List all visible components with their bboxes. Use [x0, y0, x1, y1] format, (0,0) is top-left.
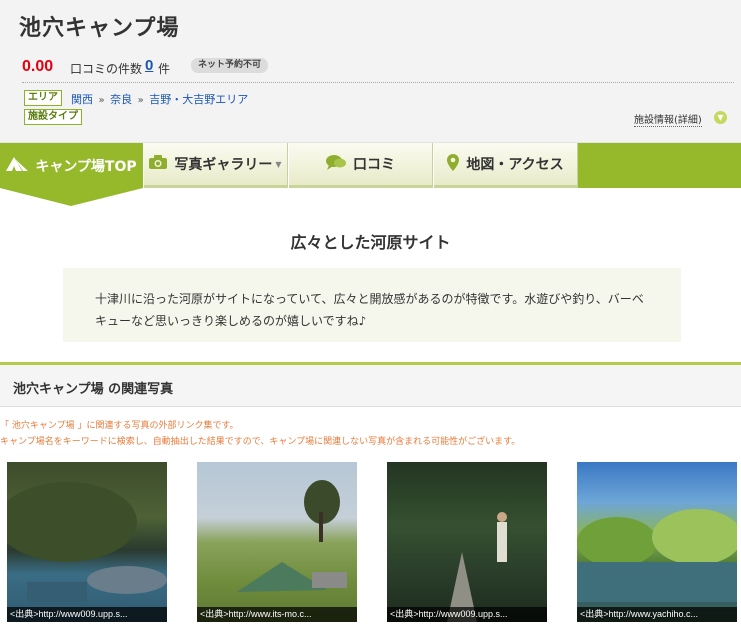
tab-label: 口コミ — [353, 157, 395, 173]
related-photo-4[interactable]: <出典>http://www.yachiho.c... — [577, 462, 737, 622]
tab-label: 写真ギャラリー — [174, 157, 273, 173]
dropdown-caret-icon: ▼ — [275, 159, 282, 169]
chevron-down-icon[interactable]: ▼ — [714, 111, 727, 124]
header-divider — [22, 82, 734, 83]
review-count-link[interactable]: 0 — [145, 57, 153, 74]
breadcrumb-separator: » — [137, 95, 144, 106]
photo-image — [447, 512, 507, 622]
active-tab-pointer — [0, 188, 143, 206]
feature-heading: 広々とした河原サイト — [290, 233, 451, 252]
tent-icon — [6, 156, 29, 175]
related-photo-2[interactable]: <出典>http://www.its-mo.c... — [197, 462, 357, 622]
camera-icon — [149, 155, 168, 173]
photo-caption: <出典>http://www.its-mo.c... — [197, 607, 357, 622]
photos-note-2: キャンプ場名をキーワードに検索し、自動抽出した結果ですので、キャンプ場に関連しな… — [0, 437, 521, 447]
area-tag: エリア — [24, 90, 62, 106]
photo-image — [7, 482, 167, 602]
breadcrumb: 関西 » 奈良 » 吉野・大吉野エリア — [71, 91, 248, 107]
photo-caption: <出典>http://www009.upp.s... — [387, 607, 547, 622]
facility-detail-link[interactable]: 施設情報(詳細) — [634, 111, 702, 127]
chat-icon — [326, 154, 346, 174]
page-title: 池穴キャンプ場 — [19, 16, 180, 41]
breadcrumb-yoshino[interactable]: 吉野・大吉野エリア — [149, 93, 248, 106]
main-nav: キャンプ場TOP 写真ギャラリー ▼ 口コミ 地図・アクセス — [0, 143, 741, 188]
tab-photo-gallery[interactable]: 写真ギャラリー ▼ — [144, 143, 288, 188]
facility-type-tag: 施設タイプ — [24, 109, 82, 125]
tab-label: 地図・アクセス — [466, 157, 564, 173]
review-count-label: 口コミの件数 — [70, 62, 143, 76]
related-photo-1[interactable]: <出典>http://www009.upp.s... — [7, 462, 167, 622]
photo-image — [237, 480, 347, 592]
review-count-unit: 件 — [158, 62, 171, 76]
related-photos-title: 池穴キャンプ場 の関連写真 — [13, 382, 174, 397]
rating-score: 0.00 — [22, 58, 54, 75]
tab-label: キャンプ場TOP — [35, 158, 137, 175]
photo-caption: <出典>http://www009.upp.s... — [7, 607, 167, 622]
breadcrumb-nara[interactable]: 奈良 — [110, 93, 132, 106]
tab-map-access[interactable]: 地図・アクセス — [434, 143, 578, 188]
map-pin-icon — [447, 153, 460, 175]
related-photo-3[interactable]: <出典>http://www009.upp.s... — [387, 462, 547, 622]
nav-filler — [578, 143, 741, 188]
photo-caption: <出典>http://www.yachiho.c... — [577, 607, 737, 622]
net-reservation-badge: ネット予約不可 — [191, 58, 269, 73]
breadcrumb-separator: » — [98, 95, 105, 106]
breadcrumb-kansai[interactable]: 関西 — [71, 93, 93, 106]
tab-reviews[interactable]: 口コミ — [289, 143, 433, 188]
tab-camp-top[interactable]: キャンプ場TOP — [0, 143, 143, 188]
feature-description: 十津川に沿った河原がサイトになっていて、広々と開放感があるのが特徴です。水遊びや… — [63, 268, 681, 342]
photos-note-1: 「 池穴キャンプ場 」に関連する写真の外部リンク集です。 — [0, 421, 239, 431]
photo-image — [577, 509, 737, 602]
